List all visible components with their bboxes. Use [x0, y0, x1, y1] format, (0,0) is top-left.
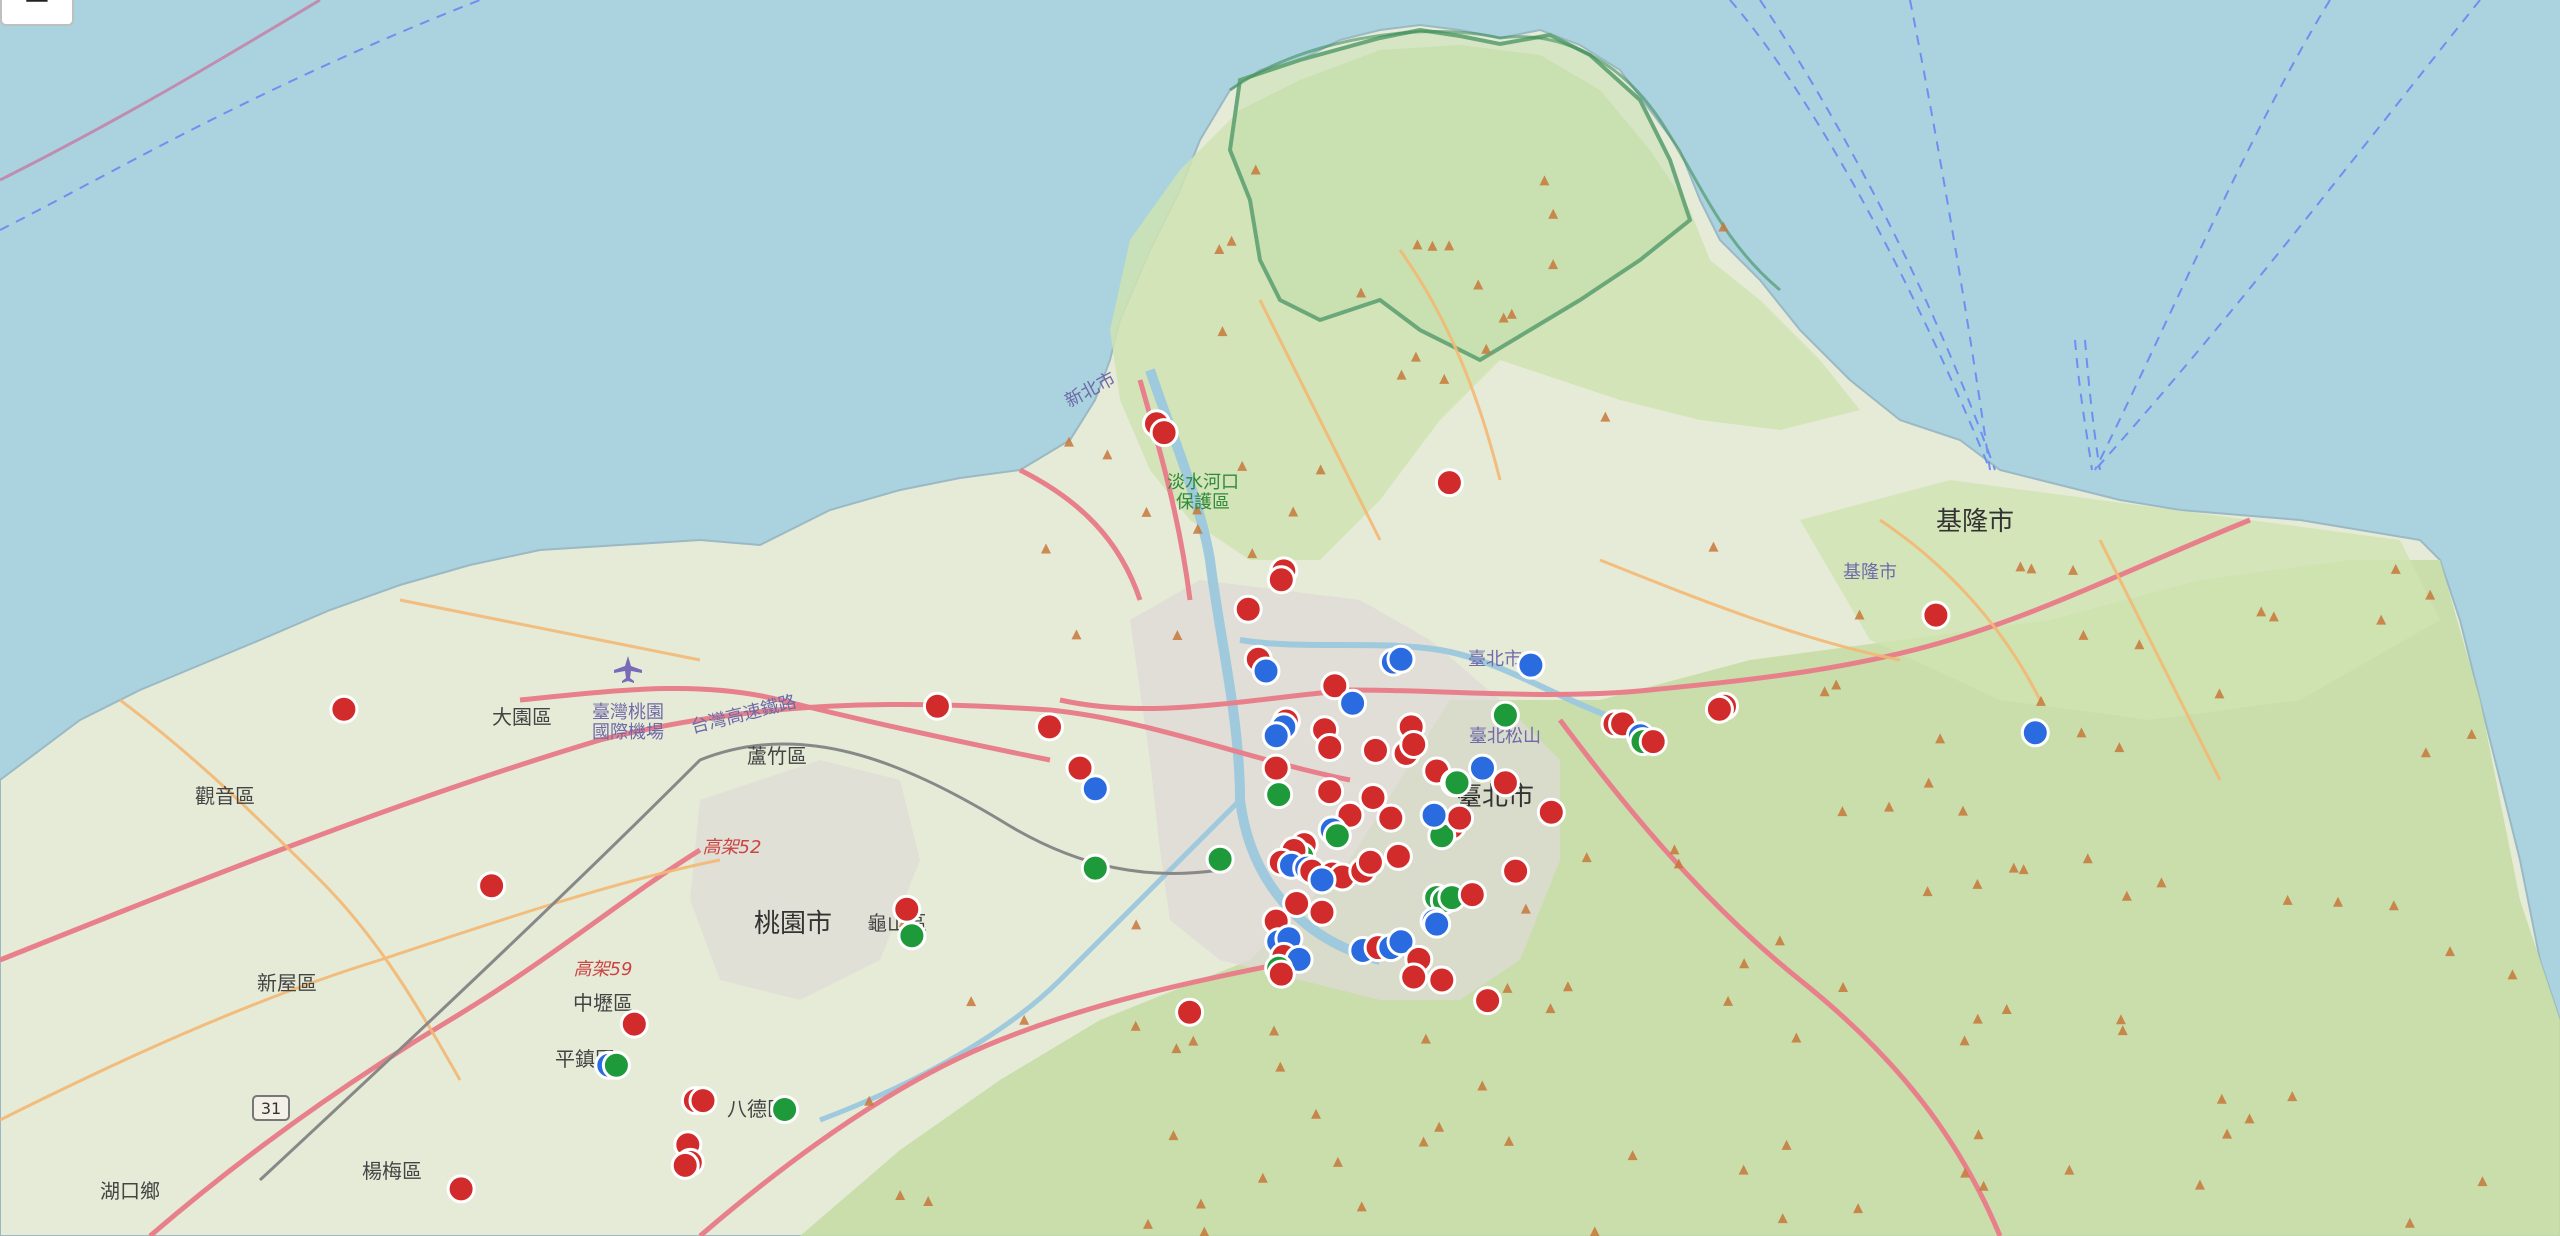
label-luzhu: 蘆竹區 — [747, 744, 807, 768]
marker-red[interactable] — [1358, 783, 1388, 812]
marker-red[interactable] — [1355, 847, 1385, 877]
marker-green[interactable] — [601, 1050, 631, 1080]
marker-red[interactable] — [892, 894, 922, 924]
label-zhongli: 中壢區 — [573, 991, 633, 1015]
label-keelung-city-small: 基隆市 — [1843, 562, 1897, 583]
marker-red[interactable] — [1266, 565, 1296, 595]
marker-green[interactable] — [1442, 768, 1472, 798]
marker-red[interactable] — [1473, 986, 1503, 1016]
marker-green[interactable] — [897, 921, 927, 951]
label-highway-59: 高架59 — [574, 959, 633, 980]
label-dayuan: 大園區 — [492, 705, 552, 729]
marker-red[interactable] — [1383, 841, 1413, 871]
marker-blue[interactable] — [1422, 909, 1452, 939]
basemap: 31 基隆市 基隆市 臺北市 臺北市 桃園市 大園區 蘆竹區 觀音區 新屋區 中… — [0, 0, 2560, 1236]
svg-text:31: 31 — [261, 1099, 281, 1118]
marker-blue[interactable] — [1516, 650, 1546, 680]
label-yangmei: 楊梅區 — [362, 1159, 422, 1183]
marker-blue[interactable] — [1419, 800, 1449, 830]
marker-green[interactable] — [770, 1095, 800, 1124]
marker-red[interactable] — [477, 871, 507, 901]
label-taoyuan-city: 桃園市 — [754, 909, 832, 939]
zoom-out-button[interactable]: − — [0, 0, 74, 26]
marker-red[interactable] — [688, 1086, 718, 1116]
map-view[interactable]: 31 基隆市 基隆市 臺北市 臺北市 桃園市 大園區 蘆竹區 觀音區 新屋區 中… — [0, 0, 2560, 1236]
label-airport: 臺灣桃園國際機場 — [592, 702, 664, 743]
label-guanyin: 觀音區 — [195, 784, 255, 808]
marker-red[interactable] — [922, 691, 952, 721]
marker-red[interactable] — [1427, 965, 1457, 995]
label-highway-52: 高架52 — [703, 837, 762, 858]
marker-red[interactable] — [1261, 753, 1291, 783]
marker-blue[interactable] — [1080, 774, 1110, 804]
marker-red[interactable] — [1399, 962, 1429, 992]
marker-red[interactable] — [1457, 880, 1487, 910]
marker-blue[interactable] — [1468, 753, 1497, 783]
label-xinwu: 新屋區 — [257, 971, 317, 995]
marker-blue[interactable] — [1307, 865, 1337, 895]
marker-red[interactable] — [1175, 997, 1205, 1027]
marker-red[interactable] — [1921, 600, 1951, 630]
marker-red[interactable] — [1434, 468, 1464, 498]
marker-red[interactable] — [670, 1150, 700, 1180]
marker-red[interactable] — [1266, 959, 1296, 989]
marker-blue[interactable] — [1261, 721, 1291, 751]
marker-red[interactable] — [1445, 803, 1475, 833]
marker-red[interactable] — [1233, 594, 1263, 624]
marker-red[interactable] — [619, 1009, 649, 1039]
marker-green[interactable] — [1205, 844, 1235, 874]
marker-red[interactable] — [1490, 768, 1520, 798]
marker-green[interactable] — [1322, 821, 1352, 851]
label-taipei-city: 臺北市 — [1468, 649, 1522, 670]
marker-blue[interactable] — [2020, 718, 2050, 748]
marker-red[interactable] — [1315, 777, 1345, 807]
marker-blue[interactable] — [1386, 644, 1416, 674]
marker-red[interactable] — [1315, 733, 1345, 762]
label-tamsui-reserve: 淡水河口保護區 — [1167, 472, 1239, 513]
marker-blue[interactable] — [1338, 688, 1368, 718]
marker-red[interactable] — [1307, 897, 1337, 927]
label-keelung-city: 基隆市 — [1936, 507, 2014, 537]
marker-red[interactable] — [329, 694, 359, 724]
marker-red[interactable] — [446, 1174, 476, 1204]
marker-blue[interactable] — [1251, 656, 1281, 686]
marker-red[interactable] — [1536, 797, 1566, 827]
marker-red[interactable] — [1501, 856, 1531, 886]
marker-red[interactable] — [1638, 727, 1668, 757]
marker-red[interactable] — [1035, 712, 1064, 742]
route-31-shield: 31 — [252, 1095, 290, 1121]
marker-red[interactable] — [1399, 730, 1429, 759]
marker-green[interactable] — [1490, 700, 1520, 730]
marker-green[interactable] — [1080, 853, 1110, 883]
marker-red[interactable] — [1704, 694, 1734, 724]
marker-red[interactable] — [1361, 735, 1390, 765]
label-hukou: 湖口鄉 — [100, 1179, 160, 1203]
marker-green[interactable] — [1264, 780, 1294, 810]
marker-red[interactable] — [1149, 418, 1179, 448]
